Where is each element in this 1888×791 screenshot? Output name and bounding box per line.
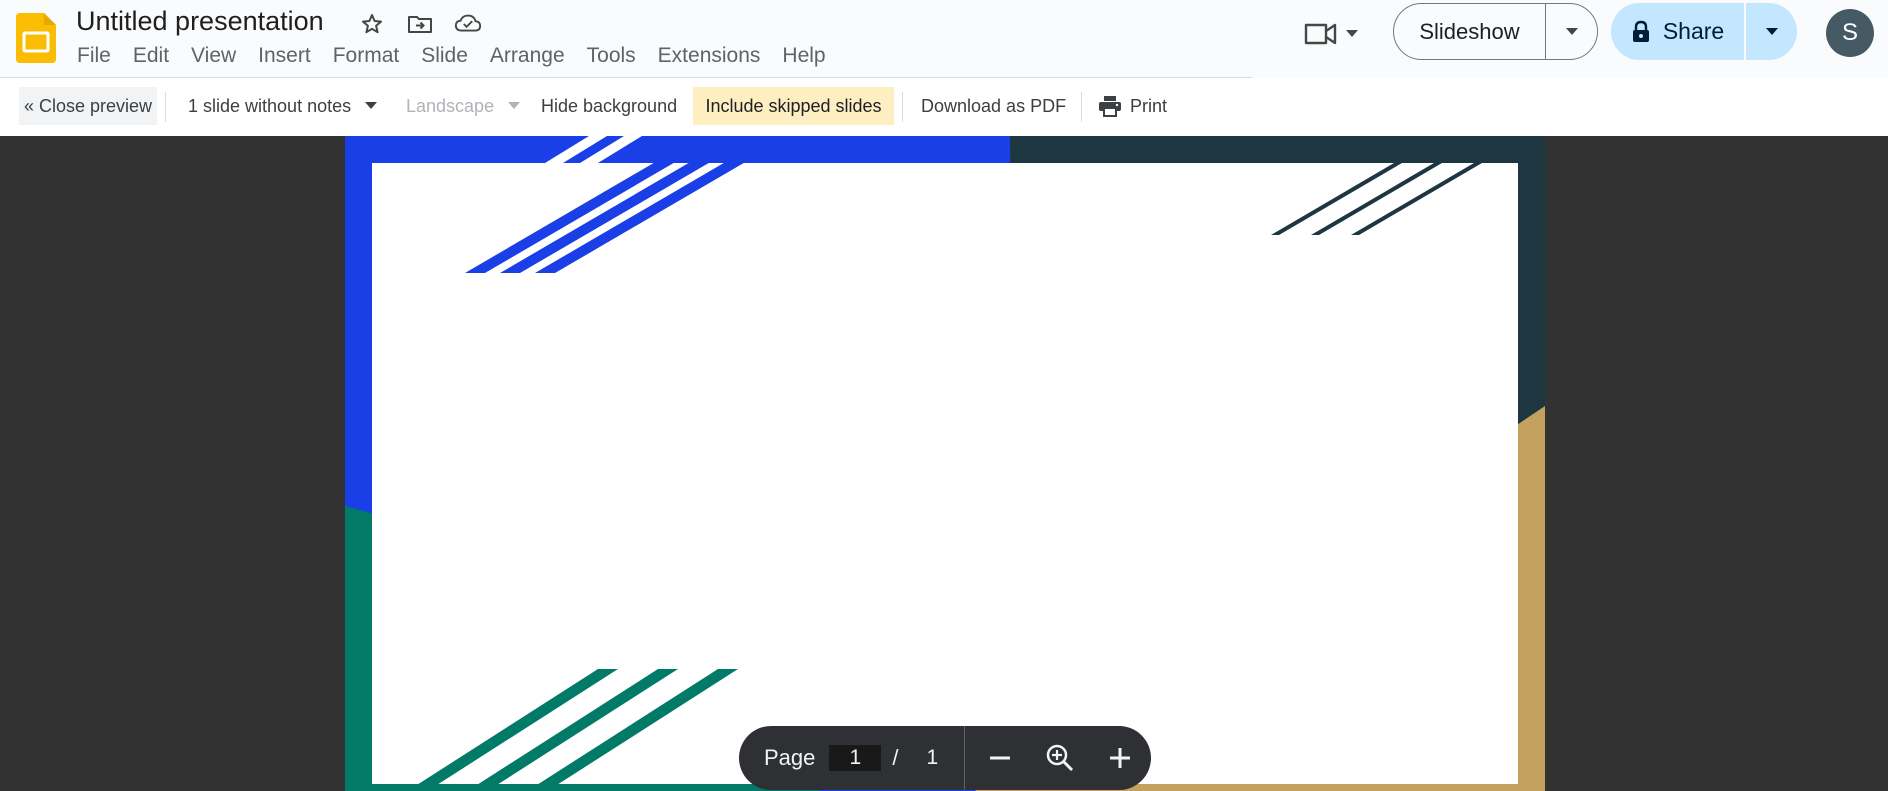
preview-viewer: Page 1 / 1 <box>0 136 1888 791</box>
page-separator: / <box>892 745 899 770</box>
download-pdf-button[interactable]: Download as PDF <box>915 87 1072 125</box>
page-label: Page <box>764 745 816 770</box>
slideshow-options-button[interactable] <box>1546 4 1597 59</box>
share-options-button[interactable] <box>1746 3 1797 60</box>
orientation-label: Landscape <box>406 95 495 116</box>
menu-extensions[interactable]: Extensions <box>647 42 772 70</box>
slide-preview <box>345 136 1545 791</box>
slideshow-button-group: Slideshow <box>1393 3 1598 60</box>
hide-background-toggle[interactable]: Hide background <box>535 87 683 125</box>
notes-layout-label: 1 slide without notes <box>188 95 352 116</box>
dropdown-arrow-icon <box>1346 30 1358 37</box>
divider <box>165 92 166 122</box>
cloud-saved-icon[interactable] <box>454 10 482 38</box>
menu-tools[interactable]: Tools <box>576 42 647 70</box>
move-to-folder-icon[interactable] <box>406 10 434 38</box>
notes-layout-dropdown[interactable]: 1 slide without notes <box>182 87 383 125</box>
lock-icon <box>1632 20 1649 42</box>
menu-format[interactable]: Format <box>322 42 411 70</box>
orientation-dropdown[interactable]: Landscape <box>400 87 526 125</box>
print-button[interactable]: Print <box>1092 87 1173 125</box>
zoom-out-icon[interactable] <box>980 738 1020 778</box>
menu-bar: File Edit View Insert Format Slide Arran… <box>66 42 837 70</box>
meet-button[interactable] <box>1294 14 1368 54</box>
document-title[interactable]: Untitled presentation <box>76 6 324 37</box>
printer-icon <box>1099 96 1121 117</box>
print-preview-toolbar: « Close preview 1 slide without notes La… <box>0 78 1888 136</box>
share-button-group: Share <box>1611 3 1797 60</box>
close-preview-button[interactable]: « Close preview <box>19 87 157 125</box>
menu-edit[interactable]: Edit <box>122 42 180 70</box>
menu-slide[interactable]: Slide <box>410 42 479 70</box>
divider <box>902 92 903 122</box>
menu-help[interactable]: Help <box>771 42 836 70</box>
slideshow-button[interactable]: Slideshow <box>1394 4 1546 59</box>
dropdown-arrow-icon <box>1565 27 1578 35</box>
page-number-input[interactable]: 1 <box>829 745 882 771</box>
zoom-in-icon[interactable] <box>1100 738 1140 778</box>
menu-arrange[interactable]: Arrange <box>479 42 576 70</box>
menu-view[interactable]: View <box>180 42 247 70</box>
slides-logo-icon[interactable] <box>16 13 56 63</box>
video-camera-icon <box>1304 23 1337 45</box>
share-label: Share <box>1662 18 1725 44</box>
dropdown-arrow-icon <box>365 102 378 109</box>
account-avatar[interactable]: S <box>1826 9 1874 57</box>
dropdown-arrow-icon <box>508 102 521 109</box>
divider <box>964 726 966 790</box>
menu-file[interactable]: File <box>66 42 122 70</box>
share-button[interactable]: Share <box>1611 3 1746 60</box>
star-icon[interactable] <box>358 10 386 38</box>
page-controls: Page 1 / 1 <box>739 726 1151 790</box>
include-skipped-slides-toggle[interactable]: Include skipped slides <box>693 87 894 125</box>
dropdown-arrow-icon <box>1765 27 1778 35</box>
menu-insert[interactable]: Insert <box>247 42 322 70</box>
print-label: Print <box>1130 95 1168 116</box>
page-total: 1 <box>926 746 939 769</box>
top-bar: Untitled presentation File Edit View Ins… <box>0 0 1888 78</box>
divider <box>1081 92 1082 122</box>
zoom-fit-icon[interactable] <box>1040 738 1080 778</box>
